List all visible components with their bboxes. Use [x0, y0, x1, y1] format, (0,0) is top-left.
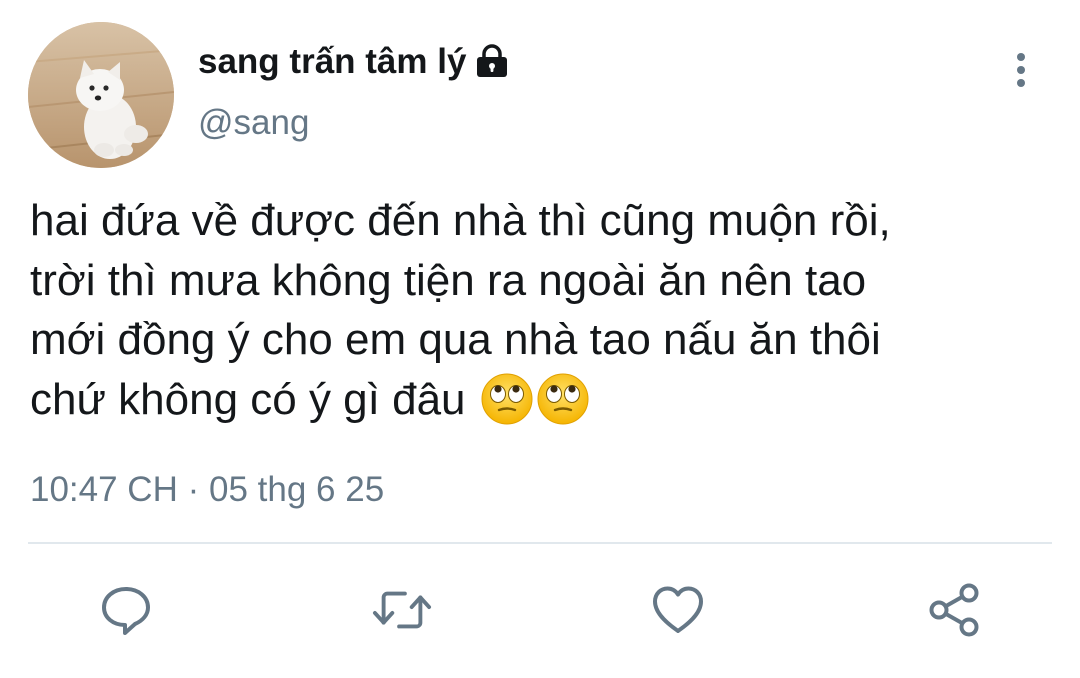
vertical-dots-icon [1017, 53, 1025, 87]
more-options-button[interactable] [1003, 48, 1039, 92]
reply-icon [102, 587, 150, 635]
tweet-text-line: trời thì mưa không tiện ra ngoài ăn nên … [30, 255, 867, 305]
like-icon [653, 586, 703, 633]
tweet-text: hai đứa về được đến nhà thì cũng muộn rồ… [30, 191, 1060, 429]
tweet-timestamp[interactable]: 10:47 CH · 05 thg 6 25 [30, 468, 384, 512]
like-button[interactable] [648, 580, 708, 640]
tweet-text-line: mới đồng ý cho em qua nhà tao nấu ăn thô… [30, 315, 881, 364]
rolling-eyes-emoji-icon [537, 373, 589, 424]
divider [28, 542, 1052, 544]
display-name-row: sang trấn tâm lý [198, 40, 510, 84]
tweet-text-line-last: chứ không có ý gì đâu [30, 370, 1060, 430]
puppy-photo [28, 22, 174, 168]
share-icon [929, 583, 979, 637]
lock-icon [477, 44, 508, 77]
rolling-eyes-emoji-icon [481, 373, 533, 424]
tweet-text-line: hai đứa về được đến nhà thì cũng muộn rồ… [30, 196, 891, 245]
tweet-text-fragment: chứ không có ý gì đâu [30, 374, 466, 424]
reply-button[interactable] [96, 580, 156, 640]
user-handle[interactable]: @sang [198, 100, 309, 146]
display-name[interactable]: sang trấn tâm lý [198, 40, 466, 84]
retweet-button[interactable] [372, 580, 432, 640]
retweet-icon [372, 591, 432, 629]
tweet-time: 10:47 CH [30, 470, 178, 509]
share-button[interactable] [924, 580, 984, 640]
avatar[interactable] [28, 22, 174, 168]
tweet-date: 05 thg 6 25 [209, 470, 385, 509]
meta-separator: · [187, 470, 200, 509]
